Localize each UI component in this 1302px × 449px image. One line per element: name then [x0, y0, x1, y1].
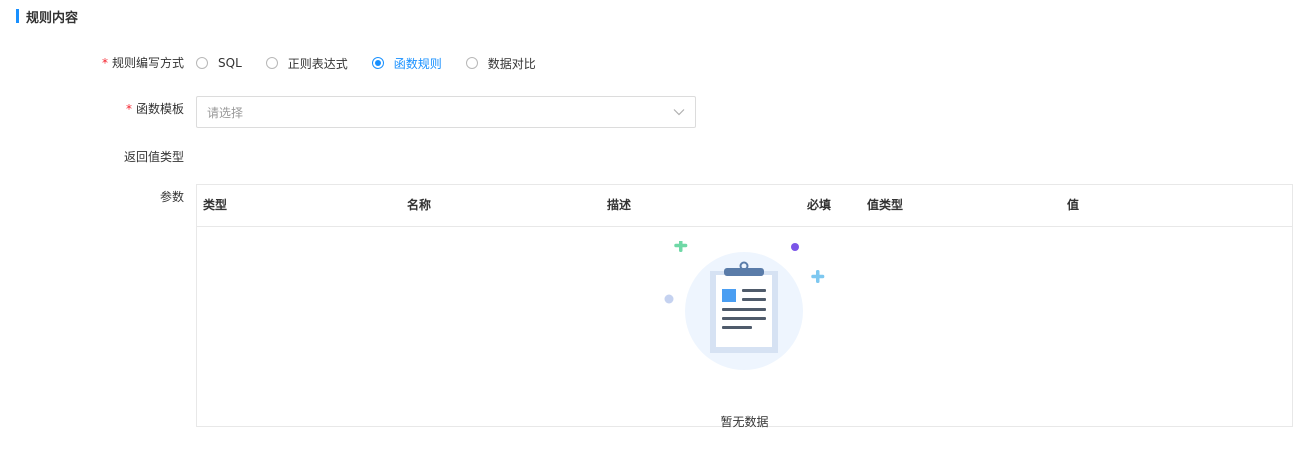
rule-mode-label: * 规则编写方式	[101, 56, 184, 70]
sparkle-plus-blue	[811, 270, 825, 283]
return-type-label: 返回值类型	[123, 150, 184, 164]
empty-clipboard-icon	[664, 241, 825, 370]
sparkle-dot-lavender	[664, 294, 674, 304]
radio-label: 函数规则	[393, 56, 442, 71]
column-header-name: 名称	[407, 198, 432, 212]
function-template-select[interactable]: 请选择	[196, 96, 696, 128]
section-header: 规则内容	[16, 6, 78, 26]
radio-label: 数据对比	[487, 56, 536, 71]
params-label: 参数	[159, 190, 184, 204]
radio-regex[interactable]: 正则表达式	[265, 55, 348, 72]
empty-text: 暂无数据	[720, 415, 769, 429]
section-title: 规则内容	[26, 10, 79, 26]
table-empty-state: 暂无数据	[197, 227, 1292, 429]
column-header-type: 类型	[203, 198, 228, 212]
column-header-required: 必填	[807, 198, 832, 212]
params-table: 类型 名称 描述 必填 值类型 值 暂无数据	[196, 184, 1293, 429]
sparkle-dot-purple	[791, 243, 799, 251]
radio-circle[interactable]	[196, 57, 208, 69]
select-placeholder: 请选择	[207, 105, 244, 120]
radio-circle[interactable]	[465, 57, 478, 69]
radio-label: SQL	[218, 56, 242, 70]
chevron-down-icon	[673, 109, 685, 116]
radio-data-compare[interactable]: 数据对比	[465, 55, 536, 72]
radio-circle[interactable]	[371, 57, 384, 69]
column-header-description: 描述	[607, 198, 632, 212]
clipboard-blue-square	[722, 289, 736, 302]
radio-sql[interactable]: SQL	[196, 56, 242, 70]
function-template-label: * 函数模板	[125, 102, 184, 116]
radio-circle[interactable]	[265, 57, 278, 69]
table-header: 类型 名称 描述 必填 值类型 值	[197, 185, 1292, 227]
radio-function-rule[interactable]: 函数规则	[371, 55, 442, 72]
column-header-value-type: 值类型	[867, 198, 904, 212]
required-marker: *	[125, 102, 132, 116]
sparkle-plus-green	[674, 241, 688, 252]
required-marker: *	[101, 56, 108, 70]
radio-label: 正则表达式	[287, 56, 348, 71]
section-accent-bar	[16, 9, 19, 23]
rule-mode-radio-group: SQL 正则表达式 函数规则 数据对比	[196, 55, 560, 71]
column-header-value: 值	[1067, 198, 1080, 212]
